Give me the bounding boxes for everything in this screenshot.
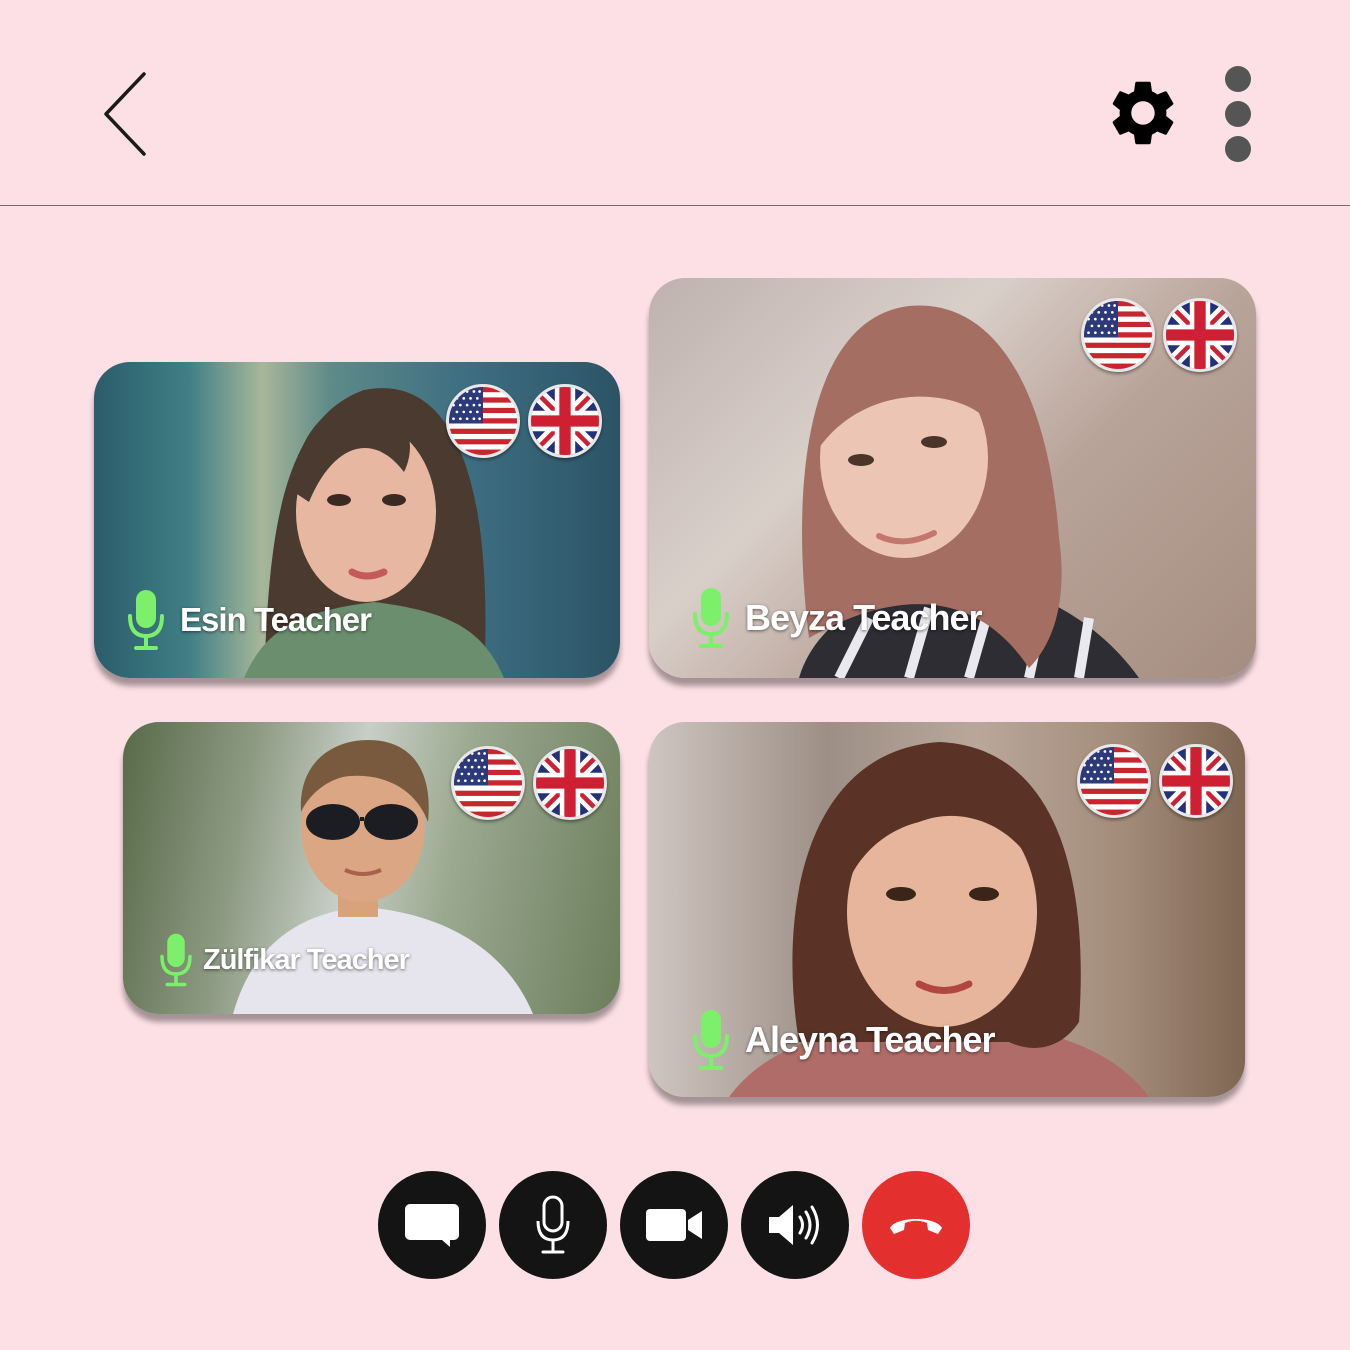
participant-name: Aleyna Teacher <box>745 1019 995 1060</box>
back-button[interactable] <box>96 68 160 160</box>
video-camera-icon <box>646 1209 702 1241</box>
language-flags <box>446 384 602 458</box>
gear-icon <box>1112 81 1174 145</box>
mic-icon <box>157 932 195 988</box>
uk-flag-icon <box>528 384 602 458</box>
participant-tile-zulfikar[interactable]: Zülfikar Teacher <box>123 722 620 1014</box>
more-options-button[interactable] <box>1220 62 1256 166</box>
participant-label: Esin Teacher <box>124 588 372 652</box>
participant-name: Esin Teacher <box>180 601 372 638</box>
participant-tile-beyza[interactable]: Beyza Teacher <box>649 278 1256 678</box>
participant-name: Beyza Teacher <box>745 597 982 638</box>
uk-flag-icon <box>533 746 607 820</box>
speaker-icon <box>769 1205 819 1245</box>
participant-label: Aleyna Teacher <box>689 1008 995 1072</box>
uk-flag-icon <box>1159 744 1233 818</box>
speaker-button[interactable] <box>741 1171 849 1279</box>
end-call-icon <box>890 1219 942 1234</box>
end-call-button[interactable] <box>862 1171 970 1279</box>
participant-tile-aleyna[interactable]: Aleyna Teacher <box>649 722 1245 1097</box>
us-flag-icon <box>451 746 525 820</box>
participant-label: Zülfikar Teacher <box>157 932 410 988</box>
settings-button[interactable] <box>1104 74 1182 152</box>
us-flag-icon <box>1081 298 1155 372</box>
us-flag-icon <box>1077 744 1151 818</box>
header-divider <box>0 205 1350 206</box>
chat-button[interactable] <box>378 1171 486 1279</box>
mic-icon <box>124 588 168 652</box>
language-flags <box>1081 298 1237 372</box>
participant-label: Beyza Teacher <box>689 586 982 650</box>
participant-name: Zülfikar Teacher <box>203 943 410 976</box>
mic-icon <box>689 586 733 650</box>
language-flags <box>1077 744 1233 818</box>
mic-icon <box>689 1008 733 1072</box>
participant-tile-esin[interactable]: Esin Teacher <box>94 362 620 678</box>
more-vertical-icon <box>1225 66 1251 162</box>
mic-icon <box>536 1195 570 1254</box>
uk-flag-icon <box>1163 298 1237 372</box>
call-controls <box>378 1171 970 1279</box>
chat-icon <box>405 1204 459 1247</box>
us-flag-icon <box>446 384 520 458</box>
mic-button[interactable] <box>499 1171 607 1279</box>
video-button[interactable] <box>620 1171 728 1279</box>
chevron-left-icon <box>104 72 146 156</box>
language-flags <box>451 746 607 820</box>
